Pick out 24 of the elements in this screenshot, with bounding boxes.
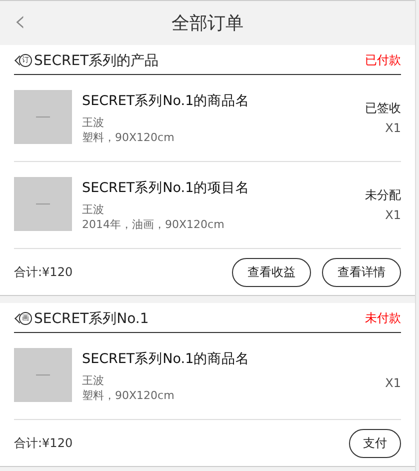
product-detail: 塑料，90X120cm — [82, 130, 176, 145]
order-button[interactable]: 支付 — [349, 428, 401, 458]
artist-name: 王波 — [82, 373, 105, 388]
payment-status: 已付款 — [365, 52, 401, 69]
quantity: X1 — [385, 376, 401, 390]
product-detail: 2014年，油画，90X120cm — [82, 217, 226, 232]
product-name: SECRET系列No.1的商品名 — [82, 350, 251, 368]
shop-name: SECRET系列No.1 — [34, 310, 150, 328]
artist-name: 王波 — [82, 115, 105, 130]
delivery-status: 已签收 — [365, 100, 401, 117]
quantity: X1 — [385, 121, 401, 135]
order-total: 合计:¥120 — [14, 264, 74, 280]
payment-status: 未付款 — [365, 310, 401, 327]
product-detail: 塑料，90X120cm — [82, 388, 176, 403]
order-total: 合计:¥120 — [14, 434, 74, 452]
quantity: X1 — [385, 208, 401, 222]
shop-name: SECRET系列的产品 — [34, 52, 160, 70]
delivery-status: 未分配 — [365, 187, 401, 204]
artist-name: 王波 — [82, 202, 105, 217]
order-button[interactable]: 查看收益 — [232, 258, 311, 286]
product-name: SECRET系列No.1的项目名 — [82, 179, 251, 197]
order-button[interactable]: 查看详情 — [322, 258, 401, 286]
page-title: 全部订单 — [172, 12, 244, 35]
product-name: SECRET系列No.1的商品名 — [82, 92, 251, 110]
